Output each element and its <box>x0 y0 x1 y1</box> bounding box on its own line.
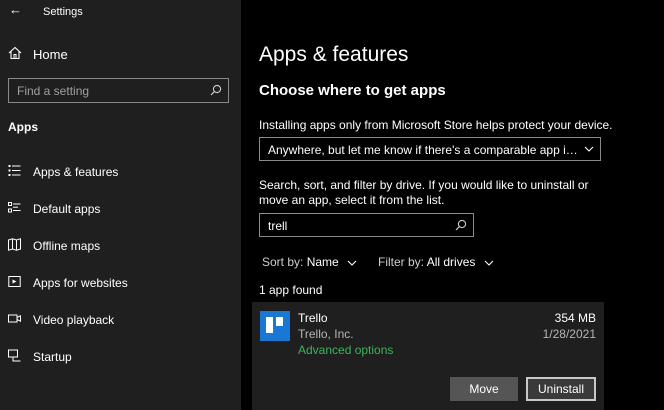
sidebar-item-label: Offline maps <box>33 239 101 253</box>
startup-icon <box>8 349 21 362</box>
app-search <box>259 213 474 237</box>
sidebar-item-offline-maps[interactable]: Offline maps <box>0 233 241 270</box>
settings-search <box>8 78 229 103</box>
sidebar-nav: Apps & features Default apps Offline map… <box>0 159 241 381</box>
trello-logo-icon <box>260 311 290 341</box>
app-search-input[interactable] <box>268 218 448 233</box>
sidebar-item-label: Apps & features <box>33 165 119 179</box>
page-title: Apps & features <box>259 43 409 66</box>
sort-by-dropdown[interactable]: Sort by: Name <box>262 255 357 269</box>
video-icon <box>8 314 21 323</box>
filter-by-dropdown[interactable]: Filter by: All drives <box>378 255 494 269</box>
uninstall-button[interactable]: Uninstall <box>526 377 596 401</box>
sidebar-item-label: Video playback <box>33 313 115 327</box>
sidebar-item-label: Startup <box>33 350 72 364</box>
section-heading: Choose where to get apps <box>259 82 446 99</box>
section-label-apps: Apps <box>8 120 38 134</box>
advanced-options-link[interactable]: Advanced options <box>298 343 393 357</box>
filter-by-value: All drives <box>426 255 476 269</box>
search-icon[interactable] <box>210 84 222 96</box>
window-title: Settings <box>43 6 83 18</box>
back-arrow-icon[interactable]: ← <box>9 3 22 17</box>
app-install-date: 1/28/2021 <box>542 327 596 341</box>
app-publisher: Trello, Inc. <box>298 327 354 341</box>
list-icon <box>8 165 21 176</box>
sidebar-item-video-playback[interactable]: Video playback <box>0 307 241 344</box>
sidebar: ← Settings Home Apps Apps & f <box>0 0 241 410</box>
sort-by-value: Name <box>306 255 339 269</box>
filter-description: Search, sort, and filter by drive. If yo… <box>259 178 589 207</box>
sidebar-item-startup[interactable]: Startup <box>0 344 241 381</box>
link-box-icon <box>8 276 21 287</box>
app-source-dropdown-value: Anywhere, but let me know if there's a c… <box>268 143 578 157</box>
chevron-down-icon <box>484 260 494 266</box>
nav-home[interactable]: Home <box>0 42 241 68</box>
sidebar-item-default-apps[interactable]: Default apps <box>0 196 241 233</box>
nav-home-label: Home <box>33 47 68 62</box>
results-count: 1 app found <box>259 283 323 297</box>
chevron-down-icon <box>347 260 357 266</box>
map-icon <box>8 238 21 251</box>
search-icon[interactable] <box>455 219 467 231</box>
app-source-dropdown[interactable]: Anywhere, but let me know if there's a c… <box>259 137 601 161</box>
main-content: Apps & features Choose where to get apps… <box>241 0 664 410</box>
home-icon <box>8 46 22 60</box>
chevron-down-icon <box>584 146 594 152</box>
default-apps-icon <box>8 202 21 213</box>
app-size: 354 MB <box>554 311 596 325</box>
sidebar-item-apps-for-websites[interactable]: Apps for websites <box>0 270 241 307</box>
sidebar-item-label: Apps for websites <box>33 276 128 290</box>
settings-search-input[interactable] <box>17 83 207 98</box>
app-list-item[interactable]: Trello Trello, Inc. Advanced options 354… <box>252 302 604 410</box>
title-bar: ← Settings <box>0 0 241 24</box>
sort-by-label: Sort by: <box>262 255 304 269</box>
sidebar-item-label: Default apps <box>33 202 101 216</box>
sidebar-item-apps-features[interactable]: Apps & features <box>0 159 241 196</box>
move-button[interactable]: Move <box>450 377 518 401</box>
app-name: Trello <box>298 311 328 325</box>
filter-by-label: Filter by: <box>378 255 425 269</box>
app-source-description: Installing apps only from Microsoft Stor… <box>259 118 613 132</box>
